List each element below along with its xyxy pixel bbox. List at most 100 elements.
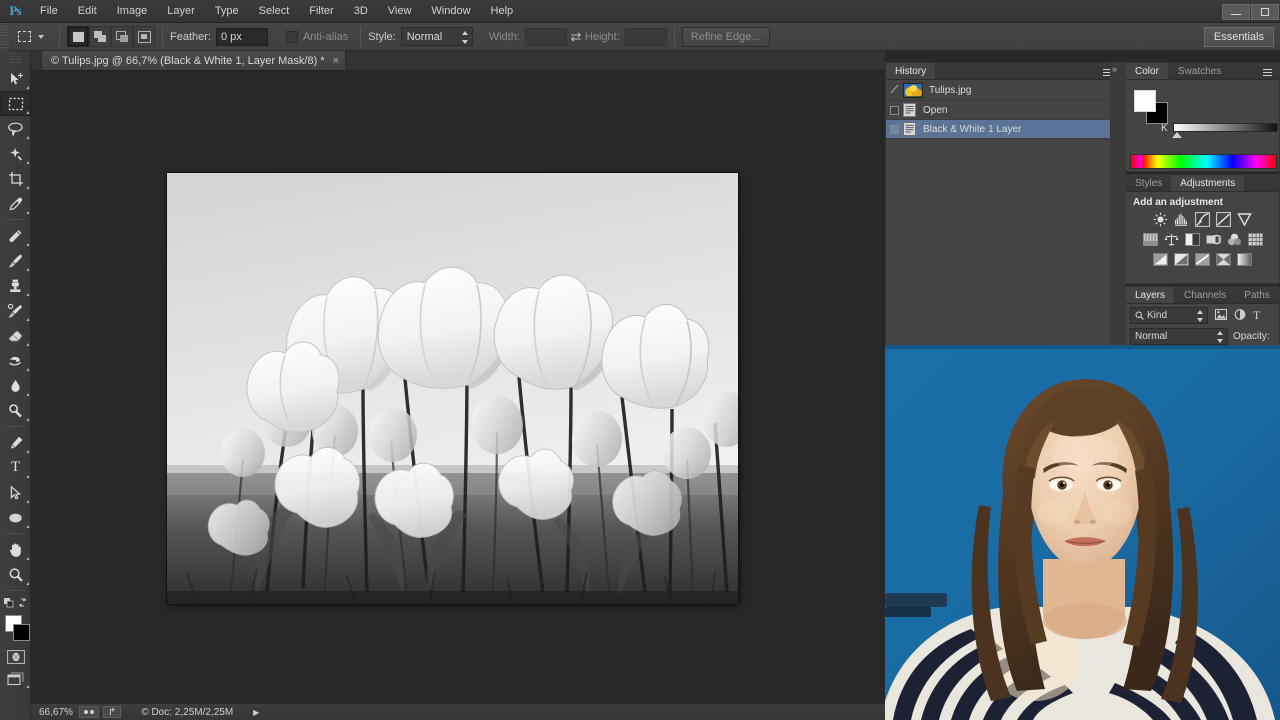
blur-tool[interactable] bbox=[0, 373, 31, 398]
layer-filter-kind-select[interactable]: Kind bbox=[1130, 307, 1208, 324]
menu-item-edit[interactable]: Edit bbox=[68, 0, 107, 23]
crop-tool[interactable] bbox=[0, 166, 31, 191]
share-icon[interactable]: ↱ bbox=[102, 706, 122, 718]
blend-mode-select[interactable]: Normal bbox=[1130, 328, 1228, 345]
menu-item-select[interactable]: Select bbox=[249, 0, 300, 23]
rectangular-marquee-tool[interactable] bbox=[0, 91, 31, 116]
feather-input[interactable]: 0 px bbox=[215, 27, 268, 46]
path-selection-tool[interactable] bbox=[0, 480, 31, 505]
curves-icon[interactable] bbox=[1194, 211, 1212, 228]
k-channel-slider-thumb[interactable] bbox=[1172, 132, 1182, 138]
tab-history[interactable]: History bbox=[886, 63, 937, 79]
lasso-tool[interactable] bbox=[0, 116, 31, 141]
color-lookup-icon[interactable] bbox=[1246, 231, 1264, 248]
history-state-row[interactable]: Open bbox=[886, 101, 1119, 120]
filter-adjustment-icon[interactable] bbox=[1234, 308, 1246, 323]
canvas-area[interactable] bbox=[31, 71, 885, 703]
foreground-color-swatch[interactable] bbox=[1134, 90, 1156, 112]
change-screen-mode-button[interactable] bbox=[0, 668, 31, 690]
filter-pixel-icon[interactable] bbox=[1215, 308, 1227, 323]
panel-collapse-strip[interactable] bbox=[1110, 62, 1126, 347]
move-tool[interactable] bbox=[0, 66, 31, 91]
levels-icon[interactable] bbox=[1173, 211, 1191, 228]
tools-panel-grip[interactable] bbox=[9, 53, 21, 63]
spot-healing-brush-tool[interactable] bbox=[0, 223, 31, 248]
menu-item-view[interactable]: View bbox=[378, 0, 422, 23]
menu-item-3d[interactable]: 3D bbox=[344, 0, 378, 23]
color-spectrum-bar[interactable] bbox=[1130, 154, 1277, 169]
clone-stamp-tool[interactable] bbox=[0, 273, 31, 298]
edit-in-quick-mask-mode-button[interactable] bbox=[0, 646, 31, 668]
exposure-icon[interactable] bbox=[1215, 211, 1233, 228]
document-tab[interactable]: © Tulips.jpg @ 66,7% (Black & White 1, L… bbox=[41, 50, 347, 70]
history-snapshot-row[interactable]: ⟋ Tulips.jpg bbox=[886, 80, 1119, 101]
k-channel-slider[interactable] bbox=[1173, 123, 1278, 132]
gradient-map-icon[interactable] bbox=[1236, 251, 1254, 268]
quick-selection-tool[interactable] bbox=[0, 141, 31, 166]
menu-item-window[interactable]: Window bbox=[421, 0, 480, 23]
selective-color-icon[interactable] bbox=[1215, 251, 1233, 268]
tab-color[interactable]: Color bbox=[1126, 63, 1169, 79]
brush-tool[interactable] bbox=[0, 248, 31, 273]
menu-item-file[interactable]: File bbox=[30, 0, 68, 23]
subtract-from-selection-button[interactable] bbox=[111, 26, 133, 47]
options-bar-grip[interactable] bbox=[0, 22, 9, 51]
eyedropper-tool[interactable] bbox=[0, 191, 31, 216]
history-brush-source-icon[interactable]: ⟋ bbox=[886, 84, 903, 97]
document-image[interactable] bbox=[167, 173, 738, 604]
collapse-panels-icon[interactable]: » bbox=[1112, 64, 1117, 74]
history-brush-tool[interactable] bbox=[0, 298, 31, 323]
brightness-contrast-icon[interactable] bbox=[1152, 211, 1170, 228]
intersect-with-selection-button[interactable] bbox=[133, 26, 155, 47]
status-menu-arrow-icon[interactable]: ▶ bbox=[253, 708, 259, 717]
color-swatches[interactable] bbox=[0, 612, 31, 646]
add-to-selection-button[interactable] bbox=[89, 26, 111, 47]
tab-channels[interactable]: Channels bbox=[1175, 287, 1235, 303]
tab-adjustments[interactable]: Adjustments bbox=[1171, 175, 1246, 191]
menu-item-help[interactable]: Help bbox=[481, 0, 524, 23]
maximize-button[interactable] bbox=[1251, 3, 1279, 20]
history-state-row[interactable]: Black & White 1 Layer bbox=[886, 120, 1119, 139]
swap-width-height-icon[interactable]: ⇄ bbox=[567, 29, 585, 45]
menu-item-type[interactable]: Type bbox=[205, 0, 249, 23]
close-icon[interactable]: × bbox=[333, 55, 339, 67]
invert-icon[interactable] bbox=[1152, 251, 1170, 268]
snapshot-toggle[interactable] bbox=[886, 105, 903, 115]
tab-swatches[interactable]: Swatches bbox=[1169, 63, 1230, 79]
tool-preset-chevron-down-icon[interactable] bbox=[38, 34, 44, 39]
tab-styles[interactable]: Styles bbox=[1126, 175, 1171, 191]
hand-tool[interactable] bbox=[0, 537, 31, 562]
gradient-tool[interactable] bbox=[0, 348, 31, 373]
menu-item-filter[interactable]: Filter bbox=[299, 0, 343, 23]
zoom-tool[interactable] bbox=[0, 562, 31, 587]
posterize-icon[interactable] bbox=[1173, 251, 1191, 268]
menu-item-image[interactable]: Image bbox=[107, 0, 158, 23]
zoom-level[interactable]: 66,67% bbox=[39, 707, 73, 718]
background-color-swatch[interactable] bbox=[13, 624, 30, 641]
height-input[interactable] bbox=[624, 27, 667, 46]
ellipse-shape-tool[interactable] bbox=[0, 505, 31, 530]
color-balance-icon[interactable] bbox=[1162, 231, 1180, 248]
anti-alias-checkbox[interactable] bbox=[285, 30, 298, 43]
eraser-tool[interactable] bbox=[0, 323, 31, 348]
tab-layers[interactable]: Layers bbox=[1126, 287, 1176, 303]
threshold-icon[interactable] bbox=[1194, 251, 1212, 268]
channel-mixer-icon[interactable] bbox=[1225, 231, 1243, 248]
hue-saturation-icon[interactable] bbox=[1141, 231, 1159, 248]
panel-menu-icon[interactable] bbox=[1263, 67, 1275, 77]
minimize-button[interactable] bbox=[1222, 3, 1250, 20]
snapshot-toggle[interactable] bbox=[886, 124, 903, 134]
type-tool[interactable]: T bbox=[0, 455, 31, 480]
workspace-switcher-button[interactable]: Essentials bbox=[1203, 26, 1274, 47]
vibrance-icon[interactable] bbox=[1236, 211, 1254, 228]
dodge-tool[interactable] bbox=[0, 398, 31, 423]
new-selection-button[interactable] bbox=[67, 26, 89, 47]
tab-paths[interactable]: Paths bbox=[1235, 287, 1279, 303]
pen-tool[interactable] bbox=[0, 430, 31, 455]
refine-edge-button[interactable]: Refine Edge... bbox=[681, 26, 770, 47]
photo-filter-icon[interactable] bbox=[1204, 231, 1222, 248]
style-select[interactable]: Normal bbox=[400, 27, 473, 46]
proof-colors-chip[interactable] bbox=[78, 706, 99, 718]
width-input[interactable] bbox=[524, 27, 567, 46]
menu-item-layer[interactable]: Layer bbox=[157, 0, 205, 23]
